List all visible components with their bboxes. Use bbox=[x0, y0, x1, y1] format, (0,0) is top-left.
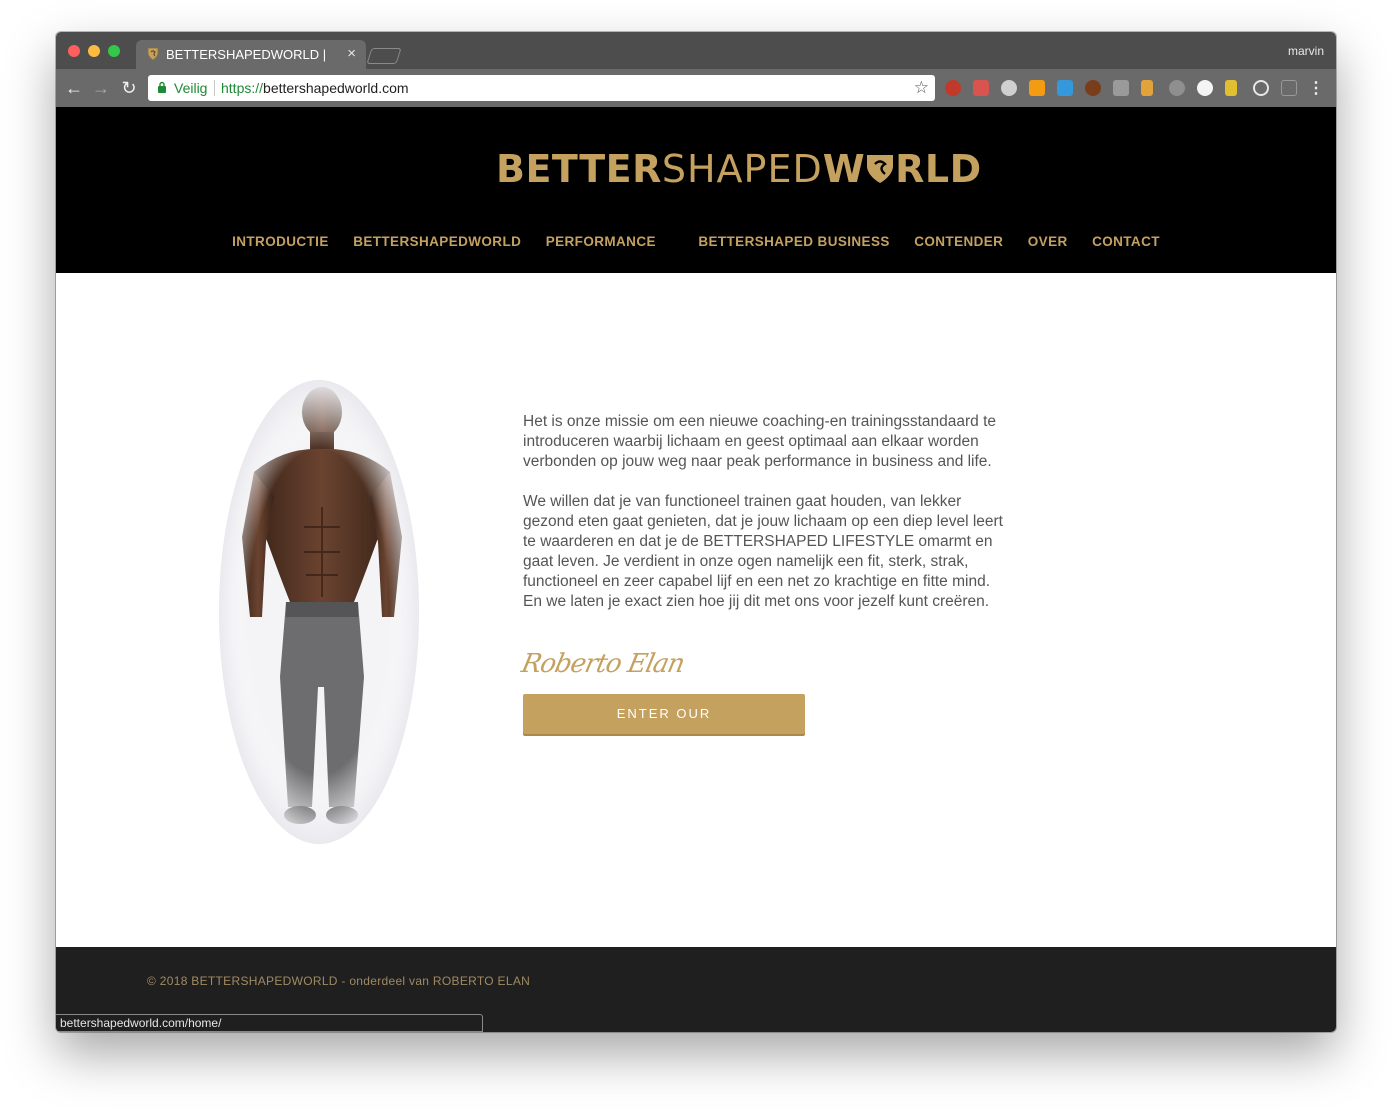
nav-contender[interactable]: CONTENDER bbox=[914, 234, 1003, 249]
intro-text: Het is onze missie om een nieuwe coachin… bbox=[523, 412, 1003, 632]
settings-extension-icon[interactable] bbox=[1169, 80, 1185, 96]
web-page: BETTERSHAPEDW RLD INTRODUCTIE BETTERSHAPE… bbox=[56, 107, 1336, 1032]
title-bar: BETTERSHAPEDWORLD | × marvin bbox=[56, 32, 1336, 69]
site-header: BETTERSHAPEDW RLD INTRODUCTIE BETTERSHAPE… bbox=[56, 107, 1336, 273]
browser-tab[interactable]: BETTERSHAPEDWORLD | × bbox=[136, 40, 366, 69]
copyright-text: © 2018 BETTERSHAPEDWORLD - onderdeel van… bbox=[147, 974, 531, 988]
signature: Roberto Elan bbox=[518, 649, 687, 679]
more-menu-icon[interactable]: ⋮ bbox=[1308, 78, 1324, 98]
athlete-photo bbox=[219, 380, 419, 844]
omnibox-divider bbox=[214, 80, 215, 96]
mustache-icon[interactable] bbox=[1085, 80, 1101, 96]
address-bar[interactable]: Veilig https://bettershapedworld.com ☆ bbox=[148, 75, 935, 101]
camera-icon[interactable] bbox=[1113, 80, 1129, 96]
secure-label: Veilig bbox=[174, 80, 208, 96]
url-text[interactable]: https://bettershapedworld.com bbox=[221, 80, 409, 96]
url-host: bettershapedworld.com bbox=[263, 80, 409, 96]
shield-extension-icon[interactable] bbox=[1225, 80, 1237, 96]
opera-icon[interactable] bbox=[1197, 80, 1213, 96]
intro-paragraph-1: Het is onze missie om een nieuwe coachin… bbox=[523, 413, 997, 470]
ruler-icon[interactable] bbox=[1141, 80, 1153, 96]
status-url: bettershapedworld.com/home/ bbox=[60, 1016, 222, 1030]
minimize-window-button[interactable] bbox=[88, 45, 100, 57]
calendar-badge-icon[interactable] bbox=[973, 80, 989, 96]
music-icon[interactable] bbox=[1029, 80, 1045, 96]
nav-introductie[interactable]: INTRODUCTIE bbox=[232, 234, 329, 249]
new-tab-button[interactable] bbox=[366, 48, 402, 64]
logo-w: W bbox=[822, 147, 866, 191]
browser-toolbar: ← → ↻ Veilig https://bettershapedworld.c… bbox=[56, 69, 1336, 107]
nav-bettershaped-business[interactable]: BETTERSHAPED BUSINESS bbox=[698, 234, 889, 249]
nav-over[interactable]: OVER bbox=[1028, 234, 1068, 249]
tab-close-icon[interactable]: × bbox=[347, 45, 356, 62]
site-logo[interactable]: BETTERSHAPEDW RLD bbox=[496, 147, 981, 191]
react-icon[interactable] bbox=[1253, 80, 1269, 96]
back-arrow-icon[interactable]: ← bbox=[64, 78, 84, 98]
logo-rld: RLD bbox=[895, 147, 982, 191]
nav-bettershapedworld[interactable]: BETTERSHAPEDWORLD bbox=[353, 234, 521, 249]
profile-name[interactable]: marvin bbox=[1288, 44, 1324, 58]
json-icon[interactable] bbox=[1281, 80, 1297, 96]
logo-better: BETTER bbox=[496, 147, 662, 191]
abp-icon[interactable] bbox=[945, 80, 961, 96]
logo-shield-icon bbox=[867, 155, 894, 183]
browser-window: BETTERSHAPEDWORLD | × marvin ← → ↻ Veili… bbox=[56, 32, 1336, 1032]
logo-shaped: SHAPED bbox=[661, 147, 823, 191]
close-window-button[interactable] bbox=[68, 45, 80, 57]
reload-icon[interactable]: ↻ bbox=[119, 78, 139, 98]
gear-extension-icon[interactable] bbox=[1001, 80, 1017, 96]
tab-title: BETTERSHAPEDWORLD | bbox=[166, 47, 327, 62]
bookmark-star-icon[interactable]: ☆ bbox=[914, 78, 929, 98]
shield-favicon-icon bbox=[147, 47, 159, 61]
nav-contact[interactable]: CONTACT bbox=[1092, 234, 1160, 249]
weather-icon[interactable] bbox=[1057, 80, 1073, 96]
main-nav: INTRODUCTIE BETTERSHAPEDWORLD PERFORMANC… bbox=[56, 233, 1336, 251]
url-scheme: https:// bbox=[221, 80, 264, 96]
nav-performance[interactable]: PERFORMANCE bbox=[546, 234, 656, 249]
enter-world-button[interactable]: ENTER OUR BETTERSHAPEDWORLD bbox=[523, 694, 805, 761]
lock-icon bbox=[158, 81, 166, 93]
forward-arrow-icon[interactable]: → bbox=[91, 78, 111, 98]
intro-paragraph-2: We willen dat je van functioneel trainen… bbox=[523, 493, 1003, 610]
maximize-window-button[interactable] bbox=[108, 45, 120, 57]
status-bar: bettershapedworld.com/home/ bbox=[56, 1014, 483, 1032]
